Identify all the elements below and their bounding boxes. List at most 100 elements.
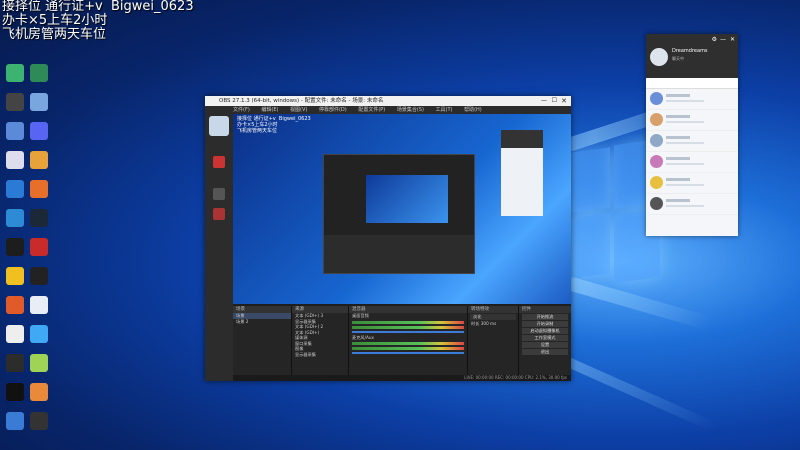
obs-dock-panels: 场景 场景 场景 2 来源 文本 (GDI+) 3 显示器采集 文本 (GDI+… [233,306,571,381]
sidebar-icon[interactable] [213,156,225,168]
icon-25 [6,412,24,430]
icon-18 [30,296,48,314]
desktop-icon[interactable] [24,412,54,430]
start-streaming-button[interactable]: 开始推流 [522,314,568,320]
menu-file[interactable]: 文件(F) [233,107,250,113]
contact-message-placeholder [666,184,704,186]
mixer-panel: 混音器 桌面音频 麦克风/Aux [349,306,468,381]
panel-title: 场景 [233,306,291,313]
exit-button[interactable]: 退出 [522,349,568,355]
sidebar-icon[interactable] [213,208,225,220]
volume-slider[interactable] [352,330,464,333]
icon-7 [6,151,24,169]
source-item[interactable]: 显示器采集 [292,352,348,358]
contact-message-placeholder [666,163,704,165]
duration-field[interactable]: 时长 300 ms [468,321,518,327]
chat-username: Dreamdreams [672,48,708,54]
desktop-icon[interactable] [24,180,54,198]
obs-preview-canvas[interactable]: 接择位 通行证+v Bigwei_0623 办卡×5上车2小时 飞机房管两天车位 [233,114,571,304]
menu-view[interactable]: 视图(V) [290,107,307,113]
list-item[interactable] [646,131,738,152]
chat-status: 聊天中 [672,56,684,61]
list-item[interactable] [646,89,738,110]
scenes-panel: 场景 场景 场景 2 [233,306,292,381]
panel-title: 来源 [292,306,348,313]
avatar [650,155,663,168]
icon-5 [6,122,24,140]
obs-menubar: 文件(F) 编辑(E) 视图(V) 停靠部件(D) 配置文件(P) 场景集合(S… [205,106,571,114]
desktop-icon[interactable] [24,325,54,343]
contact-name-placeholder [666,157,690,160]
icon-9 [6,180,24,198]
icon-19 [6,325,24,343]
desktop-icon[interactable] [24,93,54,111]
contact-name-placeholder [666,199,690,202]
icon-23 [6,383,24,401]
icon-24 [30,383,48,401]
icon-10 [30,180,48,198]
list-item[interactable] [646,194,738,215]
icon-11 [6,209,24,227]
close-icon[interactable]: ✕ [730,36,735,43]
avatar[interactable] [650,48,668,66]
settings-button[interactable]: 设置 [522,342,568,348]
desktop-icon[interactable] [24,209,54,227]
desktop-icon[interactable] [24,151,54,169]
menu-scene-collection[interactable]: 场景集合(S) [397,107,424,113]
desktop-icon[interactable] [24,354,54,372]
desktop-icon[interactable] [24,296,54,314]
desktop-icon[interactable] [24,383,54,401]
obs-window: OBS 27.1.3 (64-bit, windows) - 配置文件: 未命名… [205,96,571,381]
panel-title: 转场特效 [468,306,518,313]
menu-edit[interactable]: 编辑(E) [261,107,278,113]
icon-4 [30,93,48,111]
desktop-icon[interactable] [24,267,54,285]
desktop-icon[interactable] [24,238,54,256]
studio-mode-button[interactable]: 工作室模式 [522,335,568,341]
list-item[interactable] [646,173,738,194]
icon-12 [30,209,48,227]
contact-message-placeholder [666,205,704,207]
avatar [209,116,229,136]
chat-tabbar [646,78,738,89]
volume-slider[interactable] [352,352,464,354]
menu-tools[interactable]: 工具(T) [436,107,453,113]
contact-message-placeholder [666,100,704,102]
icon-2 [30,64,48,82]
obs-titlebar[interactable]: OBS 27.1.3 (64-bit, windows) - 配置文件: 未命名… [205,96,571,106]
close-icon[interactable]: ✕ [561,96,567,106]
scene-item[interactable]: 场景 2 [233,319,291,325]
menu-docks[interactable]: 停靠部件(D) [319,107,347,113]
volume-meter [352,342,464,345]
desktop-icon[interactable] [24,122,54,140]
start-recording-button[interactable]: 开始录制 [522,321,568,327]
transition-select[interactable]: 淡化 [470,314,516,320]
volume-meter [352,320,464,324]
list-item[interactable] [646,152,738,173]
sources-panel: 来源 文本 (GDI+) 3 显示器采集 文本 (GDI+) 2 文本 (GDI… [292,306,349,381]
icon-3 [6,93,24,111]
list-item[interactable] [646,110,738,131]
menu-help[interactable]: 帮助(H) [464,107,482,113]
avatar [650,197,663,210]
settings-icon[interactable]: ⚙ [712,36,717,43]
minimize-icon[interactable]: — [541,96,547,106]
desktop-icon[interactable] [24,64,54,82]
avatar [650,92,663,105]
icon-22 [30,354,48,372]
maximize-icon[interactable]: ☐ [552,96,557,106]
sidebar-icon[interactable] [213,188,225,200]
avatar [650,113,663,126]
mixer-channel-label: 麦克风/Aux [352,334,374,340]
contact-name-placeholder [666,94,690,97]
nested-chat-panel [501,130,543,216]
chat-window: Dreamdreams 聊天中 ✕ — ⚙ [646,34,738,236]
nested-overlay-text: 接择位 通行证+v Bigwei_0623 办卡×5上车2小时 飞机房管两天车位 [237,116,311,134]
controls-panel: 控件 开始推流 开始录制 启动虚拟摄像机 工作室模式 设置 退出 [519,306,571,381]
menu-profile[interactable]: 配置文件(P) [358,107,385,113]
virtual-camera-button[interactable]: 启动虚拟摄像机 [522,328,568,334]
minimize-icon[interactable]: — [720,36,726,43]
volume-meter [352,347,464,350]
nested-preview [323,154,475,274]
icon-26 [30,412,48,430]
